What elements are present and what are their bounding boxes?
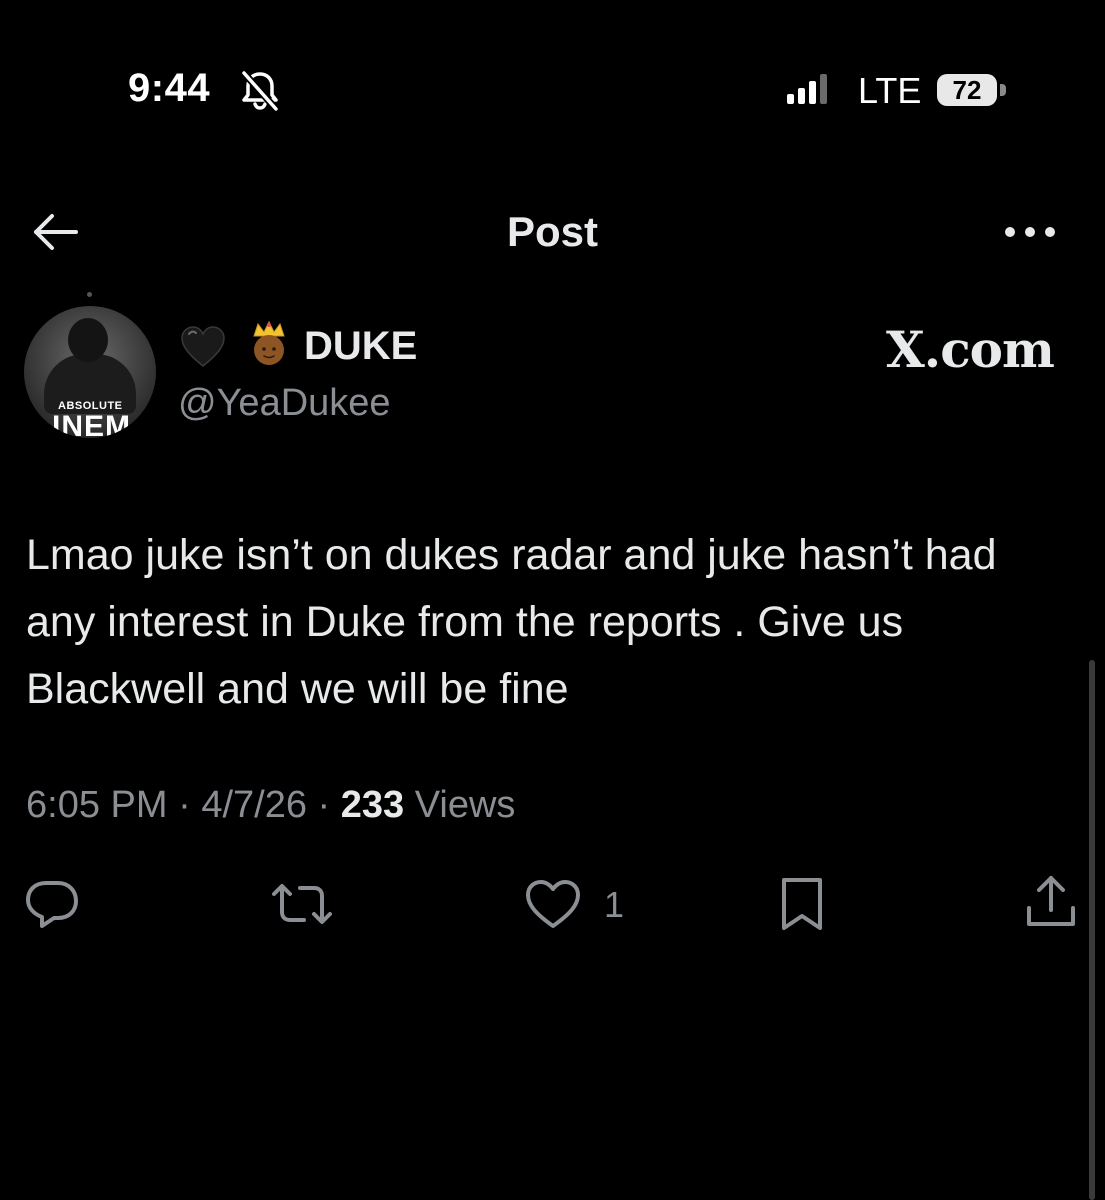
meta-separator: · <box>178 784 202 826</box>
post-meta: 6:05 PM · 4/7/26 · 233 Views <box>26 784 515 827</box>
reply-icon[interactable] <box>24 878 80 930</box>
crown-person-icon <box>253 320 285 365</box>
post-time[interactable]: 6:05 PM <box>26 784 168 826</box>
black-heart-icon <box>181 326 225 367</box>
battery-level: 72 <box>952 74 982 105</box>
more-icon[interactable] <box>1000 222 1060 242</box>
post-text: Lmao juke isn’t on dukes radar and juke … <box>26 531 997 713</box>
page-title: Post <box>506 208 598 255</box>
scrollbar[interactable] <box>1089 660 1095 1200</box>
network-label: LTE <box>858 70 922 111</box>
bookmark-icon[interactable] <box>778 876 826 932</box>
post-date[interactable]: 4/7/26 <box>201 784 307 826</box>
avatar-figure-head <box>68 318 108 362</box>
battery-tip <box>1000 84 1006 96</box>
repost-icon[interactable] <box>270 878 334 930</box>
battery-indicator: 72 <box>937 74 997 106</box>
status-time: 9:44 <box>128 66 211 110</box>
bell-slash-icon <box>241 70 279 112</box>
avatar-caption-large: INEM <box>52 410 131 438</box>
like-count: 1 <box>604 884 625 925</box>
display-name[interactable]: DUKE <box>304 324 417 369</box>
user-handle[interactable]: @YeaDukee <box>178 382 391 425</box>
meta-separator: · <box>317 784 341 826</box>
signal-icon <box>787 74 827 104</box>
watermark: X.com <box>886 320 1055 379</box>
like-icon[interactable] <box>524 878 582 930</box>
views-label: Views <box>414 784 516 826</box>
share-icon[interactable] <box>1024 872 1078 930</box>
views-count: 233 <box>340 784 405 826</box>
avatar[interactable]: ABSOLUTE INEM <box>24 306 156 438</box>
avatar-decoration <box>87 292 92 297</box>
